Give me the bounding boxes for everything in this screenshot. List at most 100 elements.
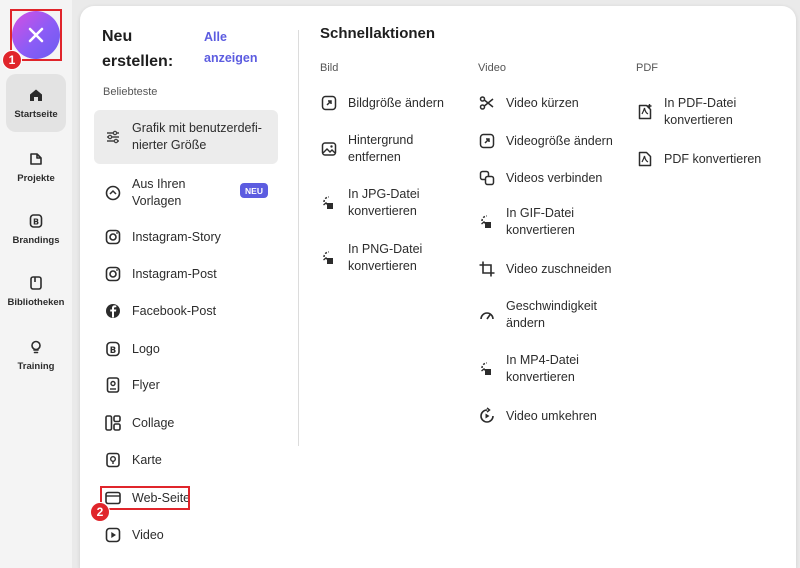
resize-image-icon: [320, 94, 338, 112]
item-label: Collage: [132, 415, 175, 430]
speed-icon: [478, 306, 496, 324]
rail-item-brandings[interactable]: B Brandings: [6, 200, 66, 258]
quick-item-convert-jpg[interactable]: In JPG-Datei konvertieren: [320, 186, 440, 220]
rail-item-bibliotheken[interactable]: Bibliotheken: [6, 262, 66, 320]
item-label: Geschwindigkeit ändern: [506, 299, 598, 330]
rail-label: Projekte: [17, 172, 55, 184]
image-section-label: Bild: [320, 62, 339, 74]
quick-item-resize-video[interactable]: Videogröße ändern: [478, 132, 613, 150]
create-item-instagram-story[interactable]: Instagram-Story: [104, 228, 221, 246]
rail-label: Brandings: [12, 234, 60, 246]
convert-icon: [478, 213, 496, 231]
pdf-icon: [636, 150, 654, 168]
new-badge: NEU: [240, 183, 268, 198]
item-label: Hintergrund entfernen: [348, 133, 414, 164]
item-label: In GIF-Datei konvertieren: [506, 206, 575, 237]
quick-actions-title: Schnellaktionen: [320, 25, 436, 42]
lightbulb-icon: [31, 340, 41, 353]
card-icon: [104, 451, 122, 469]
item-label: Karte: [132, 452, 162, 467]
convert-icon: [320, 249, 338, 267]
item-label: Video kürzen: [506, 95, 579, 110]
quick-item-convert-to-pdf[interactable]: In PDF-Datei konvertieren: [636, 95, 766, 129]
left-rail: 1 Startseite Projekte B Brandings Biblio…: [0, 0, 72, 568]
item-label: In PNG-Datei konvertieren: [348, 242, 423, 273]
collage-icon: [104, 414, 122, 432]
item-label: Video umkehren: [506, 408, 597, 423]
home-icon: [30, 89, 42, 101]
create-item-templates[interactable]: Aus Ihren Vorlagen: [104, 176, 244, 210]
item-label: Grafik mit benutzerdefi-nierter Größe: [132, 121, 262, 152]
create-item-flyer[interactable]: Flyer: [104, 376, 160, 394]
create-item-logo[interactable]: B Logo: [104, 340, 160, 358]
scissors-icon: [478, 94, 496, 112]
convert-icon: [320, 194, 338, 212]
quick-item-reverse-video[interactable]: Video umkehren: [478, 407, 597, 425]
library-icon: [30, 275, 42, 290]
item-label: In MP4-Datei konvertieren: [506, 353, 579, 384]
step-badge-1: 1: [2, 50, 22, 70]
item-label: Logo: [132, 341, 160, 356]
rail-label: Bibliotheken: [7, 296, 65, 308]
reverse-icon: [478, 407, 496, 425]
svg-text:B: B: [110, 346, 116, 356]
rail-item-startseite[interactable]: Startseite: [6, 74, 66, 132]
merge-icon: [478, 169, 496, 187]
item-label: In JPG-Datei konvertieren: [348, 187, 420, 218]
create-item-card[interactable]: Karte: [104, 451, 162, 469]
popular-label: Beliebteste: [103, 86, 158, 98]
quick-item-trim-video[interactable]: Video kürzen: [478, 94, 579, 112]
rail-item-projekte[interactable]: Projekte: [6, 138, 66, 196]
svg-text:B: B: [33, 217, 39, 226]
item-label: Video zuschneiden: [506, 261, 612, 276]
pdf-section-label: PDF: [636, 62, 658, 74]
crop-icon: [478, 260, 496, 278]
pdf-add-icon: [636, 103, 654, 121]
create-item-video[interactable]: Video: [104, 526, 164, 544]
create-menu-panel: Neu erstellen: Alle anzeigen Beliebteste…: [80, 6, 796, 568]
brand-icon: B: [104, 340, 122, 358]
item-label: Videos verbinden: [506, 170, 603, 185]
item-label: Video: [132, 527, 164, 542]
remove-background-icon: [320, 140, 338, 158]
item-label: Instagram-Post: [132, 266, 217, 281]
flyer-icon: [104, 376, 122, 394]
sliders-icon: [104, 128, 122, 146]
quick-item-merge-videos[interactable]: Videos verbinden: [478, 169, 602, 187]
rail-label: Training: [17, 360, 55, 372]
instagram-icon: [104, 228, 122, 246]
quick-item-convert-mp4[interactable]: In MP4-Datei konvertieren: [478, 352, 598, 386]
see-all-link[interactable]: Alle anzeigen: [204, 27, 264, 69]
item-label: In PDF-Datei konvertieren: [664, 96, 737, 127]
highlight-frame-web-page: [100, 486, 190, 510]
item-label: Flyer: [132, 377, 160, 392]
quick-item-pdf-convert[interactable]: PDF konvertieren: [636, 150, 761, 168]
quick-item-convert-png[interactable]: In PNG-Datei konvertieren: [320, 241, 440, 275]
instagram-icon: [104, 265, 122, 283]
step-badge-2: 2: [90, 502, 110, 522]
quick-item-resize-image[interactable]: Bildgröße ändern: [320, 94, 444, 112]
item-label: Instagram-Story: [132, 229, 221, 244]
quick-item-crop-video[interactable]: Video zuschneiden: [478, 260, 611, 278]
video-section-label: Video: [478, 62, 506, 74]
quick-item-remove-background[interactable]: Hintergrund entfernen: [320, 132, 440, 166]
create-item-facebook-post[interactable]: Facebook-Post: [104, 302, 216, 320]
templates-icon: [104, 184, 122, 202]
quick-item-convert-gif[interactable]: In GIF-Datei konvertieren: [478, 205, 598, 239]
quick-item-change-speed[interactable]: Geschwindigkeit ändern: [478, 298, 608, 332]
brand-icon: B: [29, 213, 43, 228]
create-title: Neu erstellen:: [102, 28, 174, 70]
rail-label: Startseite: [14, 108, 58, 120]
create-item-custom-size[interactable]: Grafik mit benutzerdefi-nierter Größe: [94, 110, 278, 164]
rail-item-training[interactable]: Training: [6, 326, 66, 384]
column-divider: [298, 30, 299, 446]
create-item-collage[interactable]: Collage: [104, 414, 174, 432]
resize-video-icon: [478, 132, 496, 150]
item-label: Videogröße ändern: [506, 133, 613, 148]
create-item-instagram-post[interactable]: Instagram-Post: [104, 265, 217, 283]
item-label: Aus Ihren Vorlagen: [132, 177, 186, 208]
convert-icon: [478, 360, 496, 378]
facebook-icon: [104, 302, 122, 320]
item-label: Bildgröße ändern: [348, 95, 444, 110]
video-icon: [104, 526, 122, 544]
